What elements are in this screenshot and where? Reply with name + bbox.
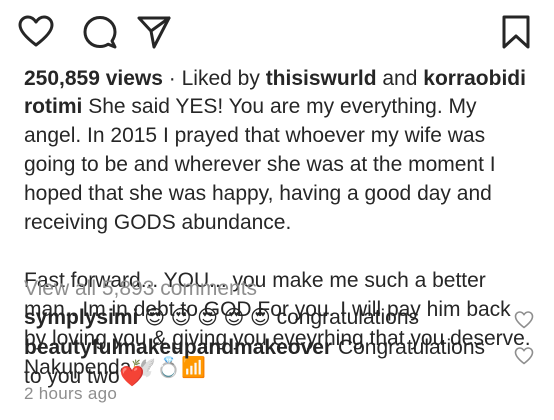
comment-like-heart-icon[interactable] [514, 346, 534, 366]
paper-plane-icon [137, 16, 171, 49]
caption-text-1: She said YES! You are my everything. My … [24, 95, 496, 234]
speech-bubble-icon [83, 16, 117, 49]
view-all-comments-link[interactable]: View all 5,893 comments [24, 274, 534, 303]
comment-username[interactable]: symplysimi [24, 306, 138, 329]
comment-item: symplysimi 😍 😍 😍 😍 😍 congratulations [24, 303, 494, 333]
caption-paragraph-1: rotimi She said YES! You are my everythi… [24, 92, 534, 237]
post-action-bar [0, 0, 554, 64]
view-count[interactable]: 250,859 views [24, 67, 163, 90]
liker-username-2[interactable]: korraobidi [423, 67, 526, 90]
heart-icon [514, 347, 534, 365]
bookmark-icon [502, 15, 530, 49]
heart-icon [18, 15, 54, 47]
like-heart-icon[interactable] [18, 14, 54, 50]
save-bookmark-icon[interactable] [498, 14, 534, 50]
heart-icon [514, 311, 534, 329]
and-text: and [376, 67, 424, 90]
caption-username[interactable]: rotimi [24, 95, 82, 118]
share-icon[interactable] [136, 14, 172, 50]
views-and-likes-line: 250,859 views · Liked by thisiswurld and… [24, 64, 534, 93]
comment-icon[interactable] [82, 14, 118, 50]
comment-text: congratulations [276, 306, 420, 329]
comment-username[interactable]: beautyfulmakeupandmakeover [24, 336, 332, 359]
comment-emojis: 😍 😍 😍 😍 😍 [144, 307, 271, 329]
post-timestamp: 2 hours ago [24, 384, 118, 403]
liker-username-1[interactable]: thisiswurld [266, 67, 377, 90]
separator-dot: · [162, 67, 182, 90]
liked-by-prefix: Liked by [181, 67, 266, 90]
comment-like-heart-icon[interactable] [514, 310, 534, 330]
comment-emoji: ❤️ [119, 366, 145, 388]
